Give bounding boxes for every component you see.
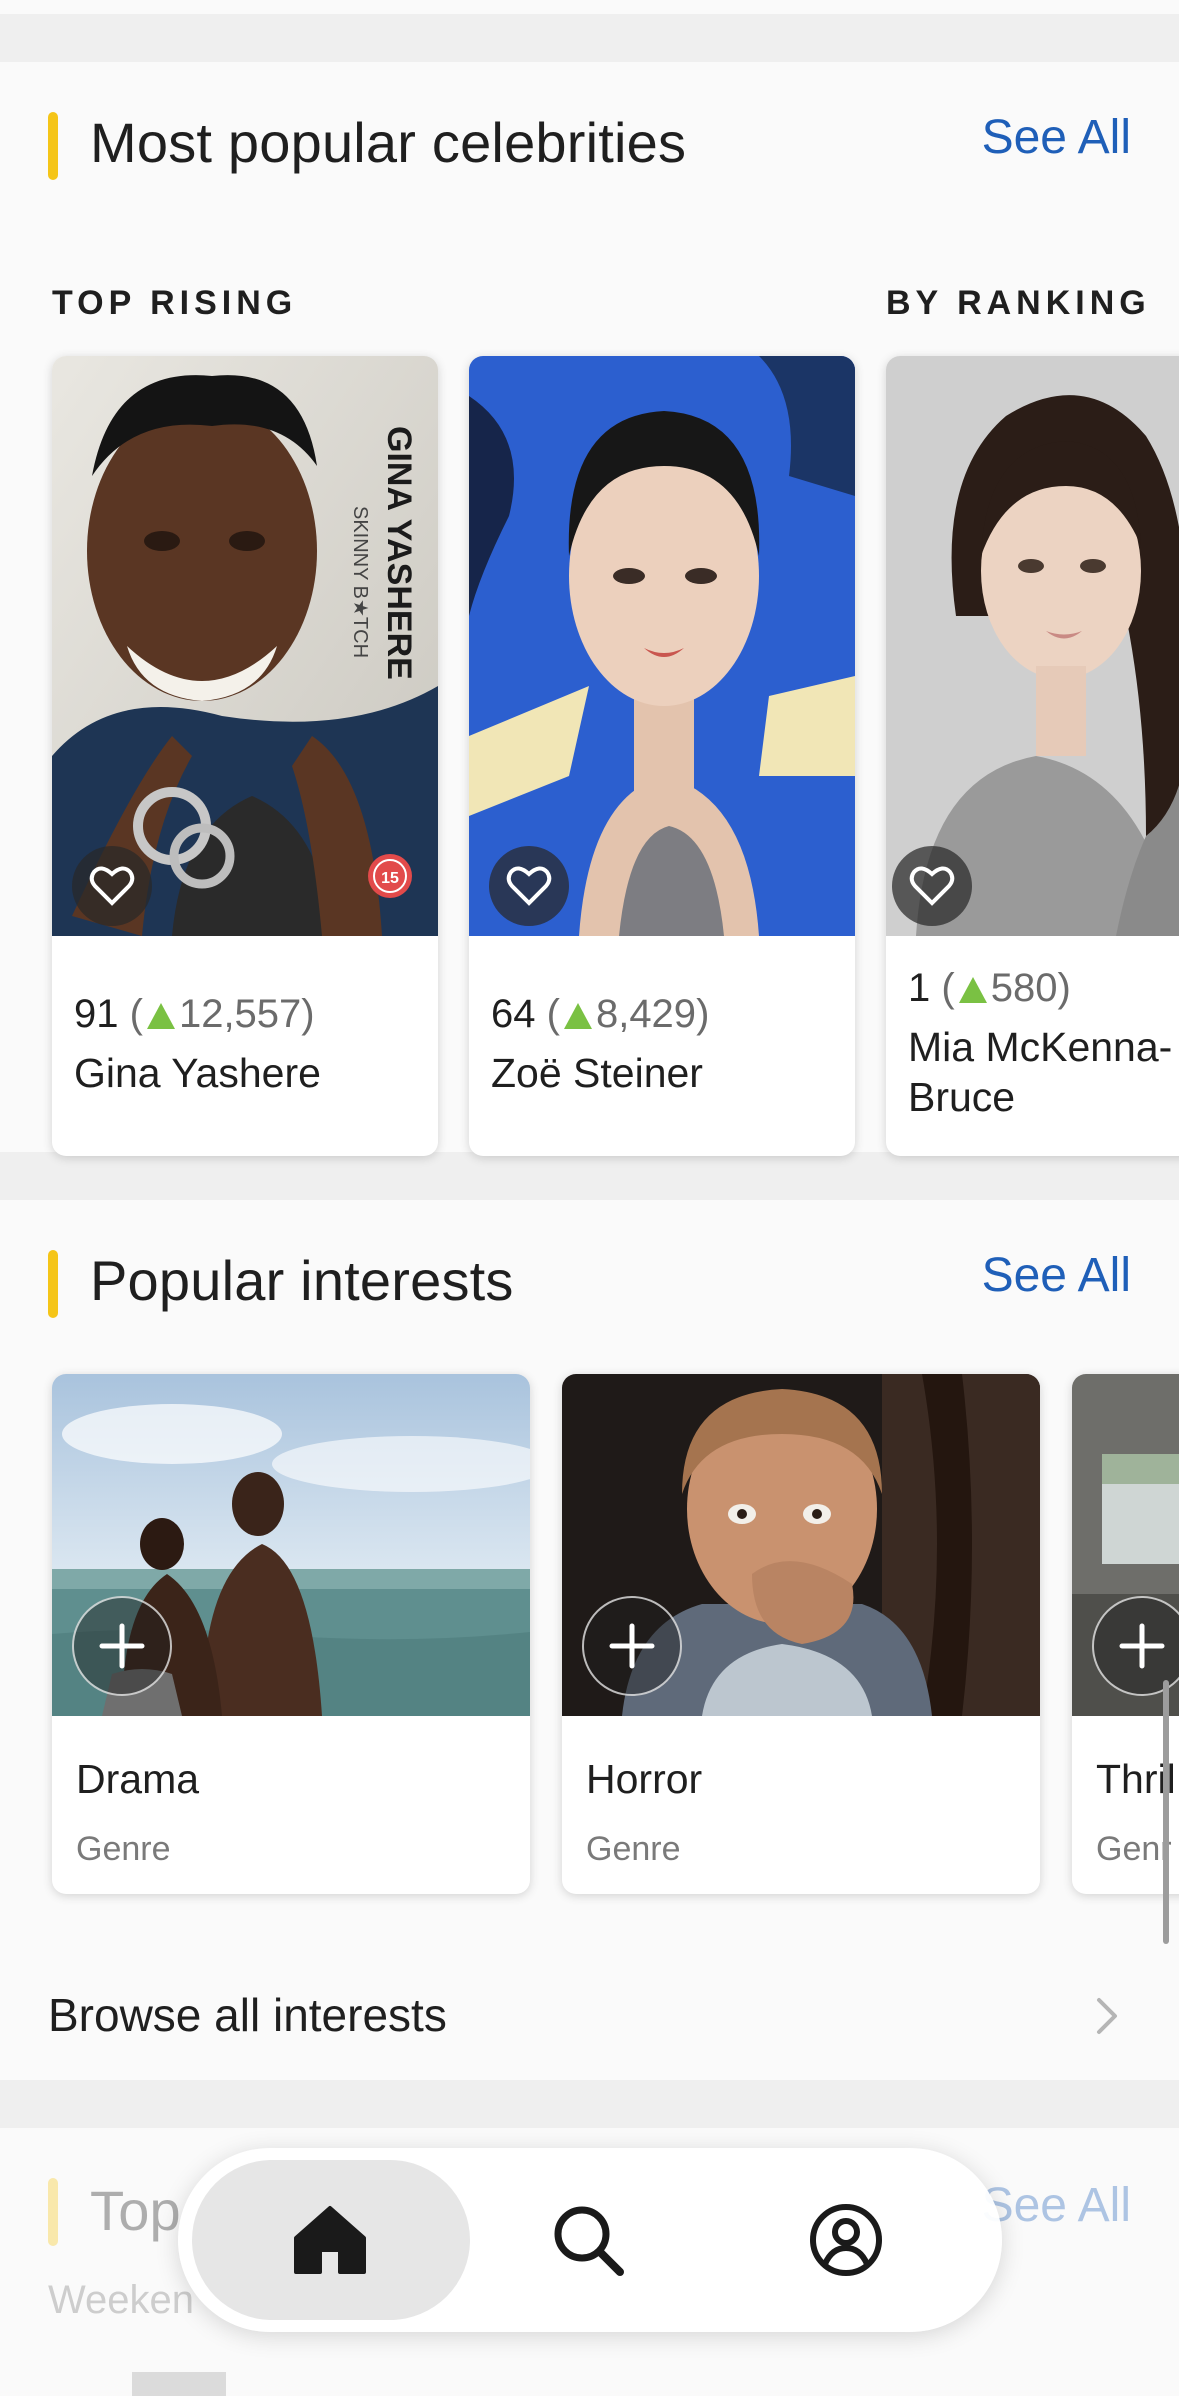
add-interest-button[interactable] [582,1596,682,1696]
celebrities-see-all-link[interactable]: See All [982,110,1131,165]
nav-profile[interactable] [756,2148,936,2332]
interest-name: Horror [586,1756,703,1802]
interests-carousel[interactable]: Drama Genre Horror Genre Thril Genr [0,1330,1179,1930]
plus-icon [609,1623,655,1669]
celebrities-section: Most popular celebrities See All TOP RIS… [0,62,1179,1156]
browse-all-interests-row[interactable]: Browse all interests [0,1950,1179,2080]
cover-text-subtitle: SKINNY B★TCH [349,506,371,658]
cover-text-title: GINA YASHERE [380,426,418,680]
celebrity-name[interactable]: Gina Yashere [74,1048,428,1098]
heart-icon [909,866,955,906]
poster-thumbnail[interactable] [132,2372,226,2396]
rising-arrow-icon [146,1003,175,1029]
rank-delta: (8,429) [546,992,710,1036]
profile-icon [810,2204,882,2276]
home-icon [294,2206,366,2274]
browse-all-interests-label: Browse all interests [48,1989,447,2041]
rank-delta: (580) [941,966,1071,1010]
top-box-subtitle: Weeken [48,2278,195,2322]
nav-home[interactable] [240,2148,420,2332]
interest-name: Drama [76,1756,200,1802]
interests-section: Popular interests See All Drama Genre Ho… [0,1200,1179,2080]
scrollbar[interactable] [1163,1680,1169,1944]
celebrity-name[interactable]: Zoë Steiner [491,1048,845,1098]
rising-arrow-icon [958,977,987,1003]
celebrity-rank: 1 (580) [908,966,1071,1011]
favorite-button[interactable] [892,846,972,926]
celebrities-title: Most popular celebrities [90,111,687,174]
celebrity-card[interactable]: 64 (8,429) Zoë Steiner [469,356,855,1156]
plus-icon [1119,1623,1165,1669]
interests-see-all-link[interactable]: See All [982,1248,1131,1303]
interest-card[interactable]: Horror Genre [562,1374,1040,1894]
interest-card[interactable]: Drama Genre [52,1374,530,1894]
accent-bar [48,112,58,180]
celebrity-rank: 91 (12,557) [74,992,315,1037]
accent-bar [48,2178,58,2246]
bottom-navigation [178,2148,1002,2332]
chevron-right-icon [1097,1998,1117,2034]
interests-title: Popular interests [90,1249,514,1312]
interest-type: Genre [586,1830,681,1868]
heart-icon [89,866,135,906]
add-interest-button[interactable] [72,1596,172,1696]
rank-value: 64 [491,992,536,1036]
rank-value: 1 [908,966,931,1010]
interest-type: Genre [76,1830,171,1868]
plus-icon [99,1623,145,1669]
favorite-button[interactable] [72,846,152,926]
celebrity-name[interactable]: Mia McKenna-Bruce [908,1022,1179,1122]
celebrity-card[interactable]: GINA YASHERE SKINNY B★TCH 15 91 (12,557)… [52,356,438,1156]
interest-type: Genr [1096,1830,1172,1868]
top-box-title: Top [90,2179,181,2242]
nav-search[interactable] [498,2148,678,2332]
search-icon [554,2206,624,2276]
rank-value: 91 [74,992,119,1036]
celebrities-header: Most popular celebrities See All [0,62,1179,232]
top-box-see-all-link[interactable]: See All [982,2178,1131,2233]
top-strip [0,0,1179,14]
celebrity-card[interactable]: 1 (580) Mia McKenna-Bruce [886,356,1179,1156]
rising-arrow-icon [563,1003,592,1029]
accent-bar [48,1250,58,1318]
celebrities-carousel[interactable]: GINA YASHERE SKINNY B★TCH 15 91 (12,557)… [0,292,1179,1172]
cover-age-rating: 15 [381,870,399,887]
favorite-button[interactable] [489,846,569,926]
celebrities-tabs: TOP RISING BY RANKING [0,220,1179,322]
heart-icon [506,866,552,906]
celebrity-rank: 64 (8,429) [491,992,709,1037]
rank-delta: (12,557) [129,992,315,1036]
